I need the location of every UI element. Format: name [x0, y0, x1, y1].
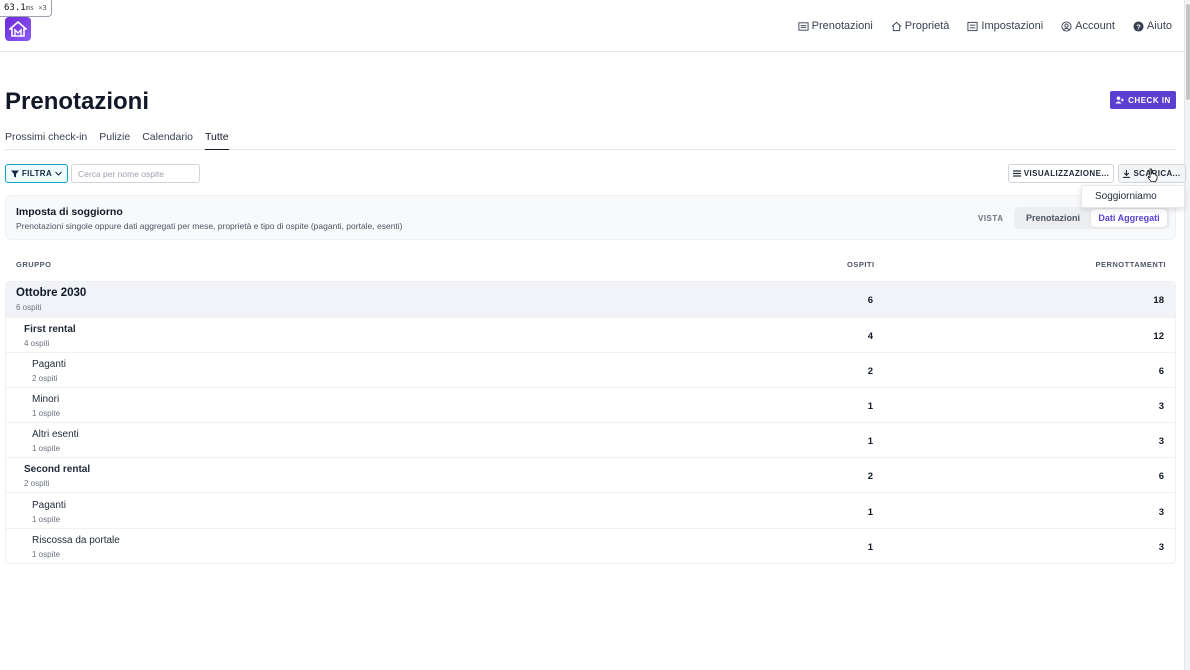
table-row[interactable]: Paganti 2 ospiti 2 6: [6, 353, 1175, 388]
tourist-tax-card: Imposta di soggiorno Prenotazioni singol…: [5, 195, 1176, 240]
download-dropdown: Soggiorniamo: [1081, 185, 1185, 208]
tab-calendario[interactable]: Calendario: [142, 128, 193, 150]
user-circle-icon: [1061, 20, 1072, 32]
aggregated-table: Ottobre 2030 6 ospiti 6 18 First rental …: [5, 281, 1176, 564]
row-name: Paganti: [32, 500, 66, 511]
toggle-prenotazioni[interactable]: Prenotazioni: [1017, 209, 1089, 227]
page-scrollbar[interactable]: [1184, 0, 1190, 670]
settings-icon: [967, 21, 978, 31]
row-name: Paganti: [32, 359, 66, 370]
table-row[interactable]: Altri esenti 1 ospite 1 3: [6, 423, 1175, 458]
download-icon: [1123, 169, 1131, 178]
nav-aiuto-label: Aiuto: [1146, 20, 1172, 32]
row-guests: 1: [867, 401, 873, 412]
row-guest-count: 2 ospiti: [32, 374, 58, 383]
row-guest-count: 2 ospiti: [24, 479, 50, 488]
row-name: Ottobre 2030: [16, 287, 87, 299]
row-guest-count: 1 ospite: [32, 515, 61, 524]
hand-cursor-icon: [1147, 168, 1158, 182]
view-toggle: Prenotazioni Dati Aggregati: [1014, 207, 1170, 229]
row-guests: 2: [867, 471, 873, 482]
tab-bar: Prossimi check-in Pulizie Calendario Tut…: [5, 128, 1176, 150]
row-guests: 4: [867, 331, 873, 342]
top-navbar: Prenotazioni Proprietà Impostazioni Acco…: [0, 4, 1184, 52]
nav-aiuto[interactable]: ? Aiuto: [1133, 20, 1172, 32]
perf-value: 63.1: [4, 3, 26, 13]
row-guest-count: 1 ospite: [32, 409, 61, 418]
vista-label: VISTA: [978, 214, 1004, 223]
table-row[interactable]: Riscossa da portale 1 ospite 1 3: [6, 529, 1175, 563]
tab-prossimi-check-in[interactable]: Prossimi check-in: [5, 128, 87, 150]
list-icon: [798, 21, 809, 31]
toggle-dati-aggregati[interactable]: Dati Aggregati: [1091, 209, 1167, 227]
help-icon: ?: [1133, 20, 1144, 32]
table-row[interactable]: Second rental 2 ospiti 2 6: [6, 458, 1175, 493]
header-gruppo: GRUPPO: [16, 260, 52, 269]
perf-overlay: 63.1ms ×3: [0, 0, 52, 17]
row-guests: 1: [867, 542, 873, 553]
tab-pulizie[interactable]: Pulizie: [99, 128, 130, 150]
row-name: Minori: [32, 394, 60, 405]
nav-account-label: Account: [1075, 20, 1115, 32]
row-nights: 18: [1153, 295, 1164, 306]
table-row[interactable]: Ottobre 2030 6 ospiti 6 18: [6, 282, 1175, 318]
row-nights: 6: [1158, 471, 1164, 482]
row-nights: 3: [1158, 401, 1164, 412]
page-title: Prenotazioni: [5, 88, 150, 115]
filter-icon: [10, 170, 19, 177]
row-guests: 1: [867, 507, 873, 518]
row-guest-count: 1 ospite: [32, 444, 61, 453]
row-guest-count: 6 ospiti: [16, 303, 42, 312]
row-nights: 3: [1158, 507, 1164, 518]
nav-prenotazioni[interactable]: Prenotazioni: [798, 20, 873, 32]
row-guest-count: 4 ospiti: [24, 339, 50, 348]
row-name: Altri esenti: [32, 429, 79, 440]
check-in-button[interactable]: CHECK IN: [1110, 91, 1176, 109]
home-icon: [891, 21, 902, 31]
nav-proprieta[interactable]: Proprietà: [891, 20, 950, 32]
dropdown-item-soggiorniamo[interactable]: Soggiorniamo: [1095, 191, 1184, 202]
filter-button[interactable]: FILTRA: [5, 164, 68, 183]
filter-label: FILTRA: [21, 169, 53, 178]
app-logo[interactable]: [5, 17, 31, 41]
row-guests: 2: [867, 366, 873, 377]
scroll-thumb[interactable]: [1186, 4, 1190, 100]
table-row[interactable]: Minori 1 ospite 1 3: [6, 388, 1175, 423]
check-in-label: CHECK IN: [1128, 95, 1171, 105]
menu-icon: [1012, 170, 1021, 177]
row-nights: 6: [1158, 366, 1164, 377]
table-row[interactable]: Paganti 1 ospite 1 3: [6, 494, 1175, 529]
row-nights: 3: [1158, 436, 1164, 447]
header-pernottamenti: PERNOTTAMENTI: [1095, 260, 1166, 269]
row-nights: 12: [1153, 331, 1164, 342]
row-guest-count: 1 ospite: [32, 550, 61, 559]
row-guests: 1: [867, 436, 873, 447]
svg-text:?: ?: [1136, 22, 1141, 31]
nav-impostazioni-label: Impostazioni: [981, 20, 1044, 32]
perf-unit: ms ×3: [25, 4, 47, 12]
nav-impostazioni[interactable]: Impostazioni: [967, 20, 1043, 32]
add-user-icon: [1115, 96, 1124, 104]
main-nav: Prenotazioni Proprietà Impostazioni Acco…: [798, 20, 1172, 32]
row-guests: 6: [867, 295, 873, 306]
search-input[interactable]: [71, 164, 200, 183]
row-nights: 3: [1158, 542, 1164, 553]
chevron-down-icon: [55, 171, 63, 176]
table-row[interactable]: First rental 4 ospiti 4 12: [6, 318, 1175, 353]
nav-prenotazioni-label: Prenotazioni: [811, 20, 873, 32]
view-label: VISUALIZZAZIONE...: [1023, 169, 1110, 178]
nav-account[interactable]: Account: [1061, 20, 1115, 32]
row-name: Second rental: [24, 464, 91, 475]
tab-tutte[interactable]: Tutte: [205, 128, 229, 150]
row-name: First rental: [24, 324, 76, 335]
row-name: Riscossa da portale: [32, 535, 120, 546]
header-ospiti: OSPITI: [847, 260, 875, 269]
card-title: Imposta di soggiorno: [16, 206, 123, 218]
card-subtitle: Prenotazioni singole oppure dati aggrega…: [16, 221, 403, 231]
nav-proprieta-label: Proprietà: [904, 20, 950, 32]
view-button[interactable]: VISUALIZZAZIONE...: [1008, 164, 1114, 183]
